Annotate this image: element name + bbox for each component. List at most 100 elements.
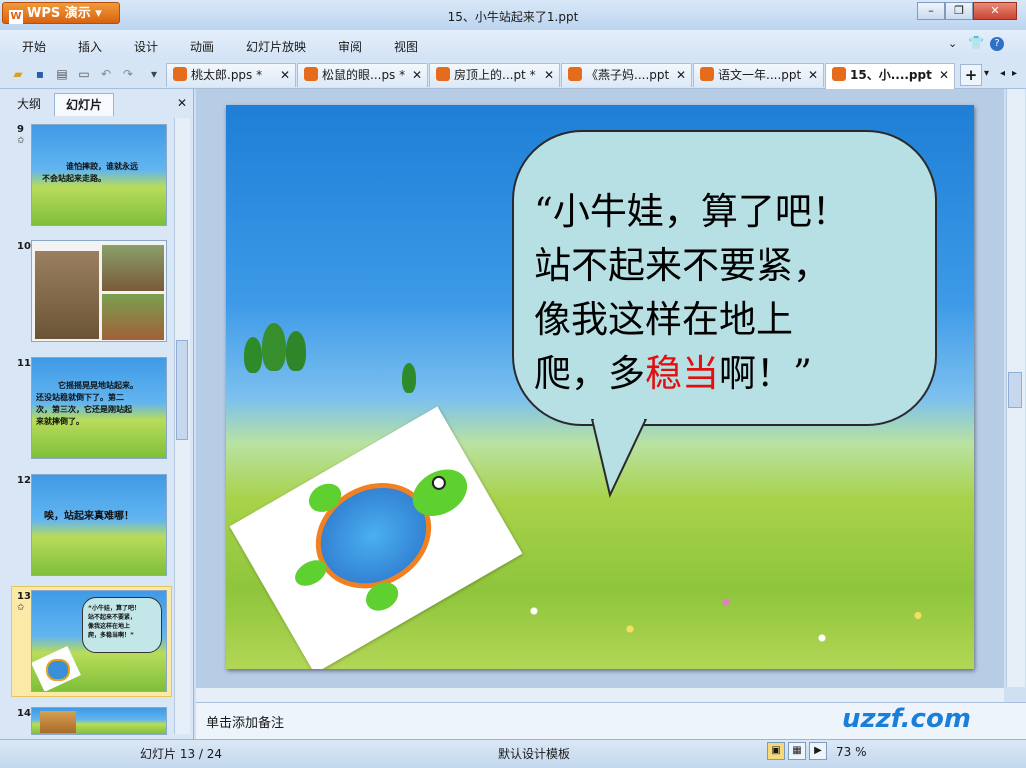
slide-thumbnail[interactable]: 它摇摇晃晃地站起来。 还没站稳就倒下了。第二 次，第三次，它还是刚站起 来就摔倒… [31, 357, 167, 459]
doc-tab-label: 《燕子妈....ppt [586, 68, 670, 82]
tab-outline[interactable]: 大纲 [6, 93, 52, 115]
tab-list-icon[interactable]: ▾ [984, 68, 989, 79]
slide-sorter-icon[interactable]: ▦ [788, 742, 806, 760]
thumb-line: 它摇摇晃晃地站起来。 [58, 381, 138, 390]
restore-button[interactable]: ❐ [945, 2, 973, 20]
doc-tab-label: 松鼠的眼...ps * [322, 68, 406, 82]
doc-tab[interactable]: 松鼠的眼...ps * ✕ [297, 63, 428, 87]
calf-photo [102, 245, 164, 291]
menu-review[interactable]: 审阅 [338, 38, 362, 55]
tab-slides[interactable]: 幻灯片 [54, 93, 114, 116]
thumb-number: 14 [17, 708, 31, 719]
thumb-number: 13 [17, 591, 31, 602]
slide-counter: 幻灯片 13 / 24 [140, 747, 223, 761]
slide-thumbnail[interactable] [31, 707, 167, 735]
doc-tab[interactable]: 《燕子妈....ppt ✕ [561, 63, 692, 87]
thumb-line: 次，第三次，它还是刚站起 [36, 405, 132, 414]
zoom-level: 73 % [836, 745, 867, 759]
doc-tab[interactable]: 桃太郎.pps * ✕ [166, 63, 296, 87]
turtle-shell-thumb [46, 659, 70, 681]
scroll-tabs-left-icon[interactable]: ◂ [1000, 68, 1005, 79]
open-icon[interactable]: ▰ [10, 66, 26, 82]
animation-star-icon: ✩ [17, 603, 25, 613]
thumb-line: 谁怕摔跤，谁就永远 [66, 162, 138, 171]
thumb-line: 站不起来不要紧， [88, 614, 137, 621]
doc-tab-active[interactable]: 15、小....ppt ✕ [825, 63, 955, 89]
tree-icon [286, 331, 306, 371]
speech-line-4: 爬，多稳当啊！” [534, 352, 812, 395]
watermark-logo: uzzf.com [842, 704, 971, 734]
close-tab-icon[interactable]: ✕ [412, 64, 422, 86]
calf-photo [102, 294, 164, 340]
ppt-file-icon [568, 67, 582, 81]
slide-thumbnail[interactable]: 唉，站起来真难哪！ [31, 474, 167, 576]
redo-icon[interactable]: ↷ [120, 66, 136, 82]
ppt-file-icon [304, 67, 318, 81]
close-tab-icon[interactable]: ✕ [676, 64, 686, 86]
turtle-picture [229, 406, 523, 669]
doc-tab-label: 房顶上的...pt * [454, 68, 536, 82]
save-icon[interactable]: ▪ [32, 66, 48, 82]
thumb-line: 像我这样在地上 [88, 623, 131, 630]
thumb-number: 11 [17, 358, 31, 369]
animation-star-icon: ✩ [17, 136, 25, 146]
help-icon[interactable]: ? [990, 37, 1004, 51]
normal-view-icon[interactable]: ▣ [767, 742, 785, 760]
close-tab-icon[interactable]: ✕ [280, 64, 290, 86]
current-slide[interactable]: “小牛娃，算了吧！ 站不起来不要紧， 像我这样在地上 爬，多稳当啊！” [226, 105, 974, 669]
undo-icon[interactable]: ↶ [98, 66, 114, 82]
window-title: 15、小牛站起来了1.ppt [447, 10, 579, 24]
close-tab-icon[interactable]: ✕ [808, 64, 818, 86]
close-panel-icon[interactable]: ✕ [177, 96, 187, 110]
close-window-button[interactable]: ✕ [973, 2, 1017, 20]
scroll-tabs-right-icon[interactable]: ▸ [1012, 68, 1017, 79]
flower-field [486, 575, 966, 665]
thumb-number: 10 [17, 241, 31, 252]
thumb-line: 唉，站起来真难哪！ [44, 511, 134, 522]
doc-tab[interactable]: 语文一年....ppt ✕ [693, 63, 824, 87]
speech-line-2: 站不起来不要紧， [534, 244, 830, 287]
speech-bubble-tail [590, 419, 648, 499]
new-tab-button[interactable]: + [960, 64, 982, 86]
doc-tab[interactable]: 房顶上的...pt * ✕ [429, 63, 560, 87]
thumb-number: 12 [17, 475, 31, 486]
menu-design[interactable]: 设计 [134, 38, 158, 55]
tree-icon [262, 323, 286, 371]
slide-thumbnail[interactable]: 谁怕摔跤，谁就永远 不会站起来走路。 [31, 124, 167, 226]
thumbnail-scroll-thumb[interactable] [176, 340, 188, 440]
menu-home[interactable]: 开始 [22, 38, 46, 55]
slide-thumbnail[interactable] [31, 240, 167, 342]
menu-insert[interactable]: 插入 [78, 38, 102, 55]
menu-slideshow[interactable]: 幻灯片放映 [246, 38, 306, 55]
menu-view[interactable]: 视图 [394, 38, 418, 55]
doc-tab-label: 桃太郎.pps * [191, 68, 263, 82]
ppt-file-icon [173, 67, 187, 81]
slideshow-icon[interactable]: ▶ [809, 742, 827, 760]
slide-thumbnail-selected[interactable]: “小牛娃，算了吧！ 站不起来不要紧， 像我这样在地上 爬，多稳当啊！” [31, 590, 167, 692]
shirt-icon[interactable]: 👕 [968, 36, 984, 51]
fox-photo [40, 711, 76, 733]
thumb-number: 9 [17, 124, 24, 135]
thumb-line: 来就摔倒了。 [36, 417, 84, 426]
calf-photo [35, 251, 99, 339]
print-icon[interactable]: ▤ [54, 66, 70, 82]
minimize-button[interactable]: – [917, 2, 945, 20]
doc-tab-label: 15、小....ppt [850, 68, 932, 82]
template-name: 默认设计模板 [498, 747, 571, 761]
tree-icon [402, 363, 416, 393]
tree-icon [244, 337, 262, 373]
menu-animation[interactable]: 动画 [190, 38, 214, 55]
close-tab-icon[interactable]: ✕ [544, 64, 554, 86]
close-tab-icon[interactable]: ✕ [939, 64, 949, 86]
customize-icon[interactable]: ▾ [146, 66, 162, 82]
print-preview-icon[interactable]: ▭ [76, 66, 92, 82]
speech-text: “小牛娃，算了吧！ 站不起来不要紧， 像我这样在地上 爬，多稳当啊！” [534, 185, 934, 401]
thumb-line: 爬，多稳当啊！” [88, 632, 134, 639]
ppt-file-icon [436, 67, 450, 81]
highlight-word: 稳当 [645, 352, 719, 395]
vertical-scroll-thumb[interactable] [1008, 372, 1022, 408]
horizontal-scrollbar[interactable] [196, 687, 1004, 702]
chevron-down-icon[interactable]: ⌄ [948, 37, 957, 50]
notes-placeholder: 单击添加备注 [206, 716, 285, 731]
speech-line-3: 像我这样在地上 [534, 298, 793, 341]
